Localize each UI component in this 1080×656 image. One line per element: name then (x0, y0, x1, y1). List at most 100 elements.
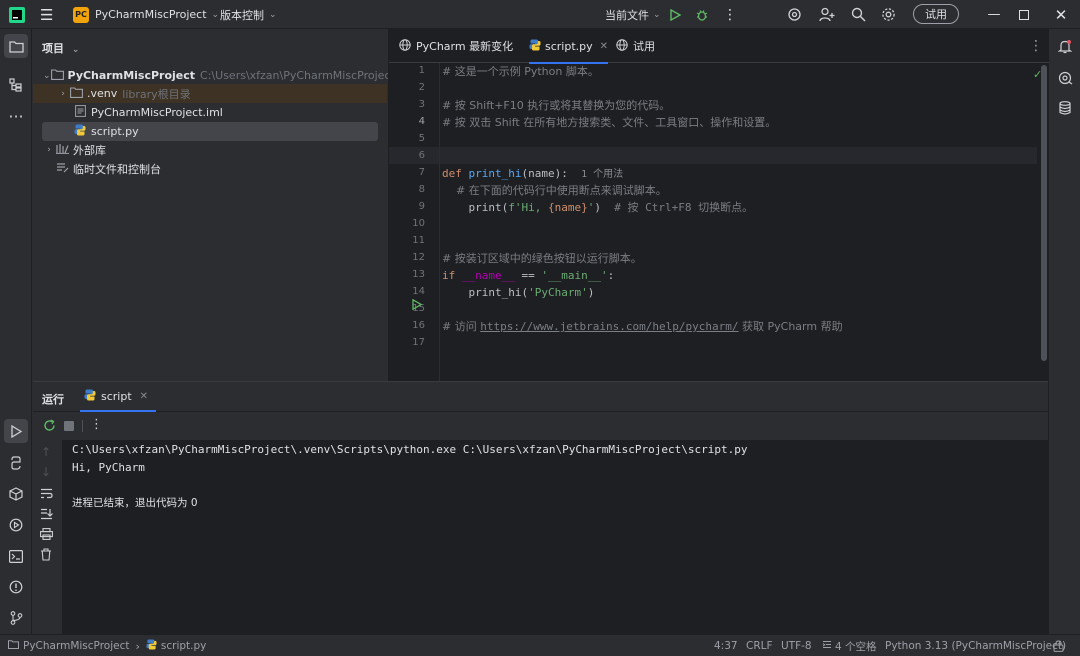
folder-icon (50, 68, 64, 83)
python-interpreter[interactable]: Python 3.13 (PyCharmMiscProject) (885, 635, 1066, 656)
ai-assistant-icon[interactable] (787, 0, 802, 29)
print-icon[interactable] (40, 528, 53, 543)
structure-tool-icon[interactable] (4, 73, 28, 97)
tree-item-label: PyCharmMiscProject.iml (91, 106, 223, 119)
collapsed-arrow-icon[interactable]: › (43, 145, 55, 155)
tab-trial[interactable]: 试用 (616, 29, 655, 63)
line-separator[interactable]: CRLF (746, 635, 773, 656)
maximize-icon[interactable] (1009, 0, 1039, 29)
tree-item-external-libraries[interactable]: › 外部库 (33, 140, 387, 159)
tree-item-label: .venv (87, 87, 118, 100)
scroll-to-end-icon[interactable] (40, 508, 53, 523)
tree-item-iml[interactable]: PyCharmMiscProject.iml (33, 103, 387, 122)
gutter-run-icon[interactable] (412, 298, 423, 313)
scratch-icon (55, 162, 69, 176)
code-string: 'PyCharm' (528, 286, 588, 299)
main-menu-icon[interactable]: ☰ (40, 0, 53, 29)
code-line-13: if __name__ == '__main__': (442, 267, 614, 284)
run-side-toolbar: ↑ ↓ (33, 440, 62, 635)
arrow-up-icon[interactable]: ↑ (41, 445, 51, 459)
project-panel-title[interactable]: 项目 ⌄ (42, 40, 79, 56)
notifications-bell-icon[interactable] (1053, 34, 1077, 58)
soft-wrap-icon[interactable] (40, 488, 53, 502)
code-line-7: def print_hi(name): 1 个用法 (442, 165, 623, 182)
problems-icon[interactable] (4, 575, 28, 599)
settings-gear-icon[interactable] (881, 0, 896, 29)
code-editor: PyCharm 最新变化 script.py ✕ 试用 ⋮ ✓ 12345678… (388, 29, 1049, 381)
tree-item-scratches[interactable]: 临时文件和控制台 (33, 159, 387, 178)
line-number: 7 (418, 167, 425, 178)
console-line-output: Hi, PyCharm (72, 461, 145, 474)
close-icon[interactable]: ✕ (1046, 0, 1076, 29)
lock-icon[interactable] (1053, 635, 1064, 656)
globe-icon (399, 38, 411, 54)
code-line-12: # 按装订区域中的绿色按钮以运行脚本。 (442, 252, 642, 265)
file-encoding[interactable]: UTF-8 (781, 635, 812, 656)
python-file-icon (146, 639, 157, 653)
stop-icon[interactable] (64, 421, 74, 431)
tab-whats-new[interactable]: PyCharm 最新变化 (399, 29, 513, 63)
run-toolbar: ⋮ (33, 412, 1048, 440)
tree-item-venv[interactable]: › .venv library根目录 (33, 84, 387, 103)
code-string: '__main__' (541, 269, 608, 282)
run-config-selector[interactable]: 当前文件 ⌄ (605, 0, 661, 29)
vcs-menu[interactable]: 版本控制 ⌄ (220, 0, 277, 29)
trash-icon[interactable] (40, 548, 52, 564)
more-options-icon[interactable]: ⋮ (90, 417, 103, 432)
caret-position[interactable]: 4:37 (714, 635, 738, 656)
line-number: 17 (412, 337, 425, 348)
app-logo-icon[interactable] (9, 0, 25, 29)
run-tab-script[interactable]: script ✕ (80, 382, 157, 412)
python-packages-icon[interactable] (4, 482, 28, 506)
line-number: 3 (418, 99, 425, 110)
run-tool-icon[interactable] (4, 419, 28, 443)
line-number: 14 (412, 286, 425, 297)
tree-item-script[interactable]: script.py (42, 122, 378, 141)
terminal-icon[interactable] (4, 544, 28, 568)
breadcrumb-file[interactable]: script.py (161, 640, 206, 652)
add-user-icon[interactable] (819, 0, 835, 29)
trial-button[interactable]: 试用 (913, 4, 959, 24)
run-tab-label: script (101, 389, 132, 403)
usage-hint[interactable]: 1 个用法 (581, 169, 623, 180)
rerun-icon[interactable] (43, 419, 56, 435)
minimize-icon[interactable]: — (979, 0, 1009, 29)
search-icon[interactable] (851, 0, 866, 29)
code-operator: == (514, 269, 542, 282)
python-console-icon[interactable] (4, 451, 28, 475)
debug-button[interactable] (695, 0, 709, 29)
project-selector[interactable]: PC PyCharmMiscProject ⌄ (73, 0, 219, 29)
iml-file-icon (73, 105, 87, 120)
arrow-down-icon[interactable]: ↓ (41, 465, 51, 479)
services-icon[interactable] (4, 513, 28, 537)
close-tab-icon[interactable]: ✕ (600, 41, 608, 52)
close-tab-icon[interactable]: ✕ (140, 391, 148, 402)
collapsed-arrow-icon[interactable]: › (57, 89, 69, 99)
tree-item-project-root[interactable]: ⌄ PyCharmMiscProject C:\Users\xfzan\PyCh… (33, 66, 395, 85)
git-icon[interactable] (4, 606, 28, 630)
folder-icon (69, 86, 83, 101)
code-call: print( (442, 201, 509, 214)
breadcrumb-project[interactable]: PyCharmMiscProject (23, 640, 129, 652)
more-tools-icon[interactable]: ··· (4, 104, 28, 128)
project-tool-icon[interactable] (4, 34, 28, 58)
code-line-4: # 按 双击 Shift 在所有地方搜索类、文件、工具窗口、操作和设置。 (442, 116, 777, 129)
editor-scrollbar[interactable] (1041, 65, 1047, 361)
console-output[interactable]: C:\Users\xfzan\PyCharmMiscProject\.venv\… (62, 440, 1048, 635)
editor-body[interactable]: ✓ 1 2 3 4 5 6 7 8 9 10 11 12 13 14 15 16 17 # 这是一个示例 Pyt… (389, 63, 1049, 381)
tree-item-label: PyCharmMiscProject (67, 69, 196, 82)
left-tool-strip: ··· (0, 29, 32, 634)
help-link[interactable]: https://www.jetbrains.com/help/pycharm/ (480, 320, 738, 333)
tab-options-icon[interactable]: ⋮ (1029, 29, 1043, 63)
tab-script-py[interactable]: script.py ✕ (529, 29, 609, 64)
database-icon[interactable] (1053, 96, 1077, 120)
code-call: print_hi( (442, 286, 529, 299)
line-number: 9 (418, 201, 425, 212)
run-button[interactable] (669, 0, 681, 29)
expanded-arrow-icon[interactable]: ⌄ (43, 71, 51, 81)
indent-setting[interactable]: 4 个空格 (822, 635, 877, 656)
more-actions-icon[interactable]: ⋮ (723, 0, 737, 29)
status-bar: PyCharmMiscProject › script.py 4:37 CRLF… (0, 634, 1080, 656)
ai-chat-icon[interactable] (1053, 66, 1077, 90)
code-fstring-var: {name} (547, 201, 588, 214)
